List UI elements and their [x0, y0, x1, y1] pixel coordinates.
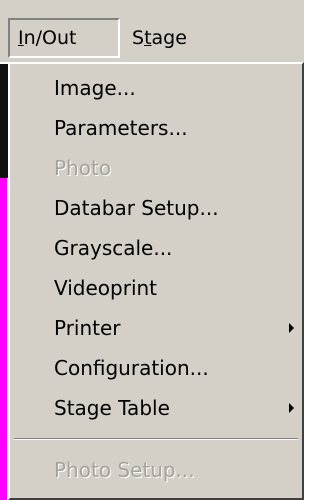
- menu-item-databar-setup[interactable]: Databar Setup...: [10, 188, 302, 228]
- menu-stage-label-rest: age: [151, 27, 187, 49]
- screen: In/Out Stage Image... Parameters... Phot…: [0, 0, 304, 500]
- menu-stage-label-pre: S: [132, 27, 145, 49]
- menu-item-list: Image... Parameters... Photo Databar Set…: [10, 68, 302, 490]
- menu-item-label: Configuration...: [54, 356, 209, 380]
- submenu-arrow-icon: [289, 403, 294, 413]
- menu-item-photo-setup: Photo Setup...: [10, 450, 302, 490]
- menu-item-parameters[interactable]: Parameters...: [10, 108, 302, 148]
- menu-item-label: Parameters...: [54, 116, 188, 140]
- menu-item-videoprint[interactable]: Videoprint: [10, 268, 302, 308]
- menu-item-configuration[interactable]: Configuration...: [10, 348, 302, 388]
- menu-item-label: Image...: [54, 76, 136, 100]
- menu-separator: [14, 438, 298, 440]
- background-magenta-edge: [0, 178, 7, 500]
- menu-stage-mnemonic: t: [144, 27, 152, 49]
- menu-item-grayscale[interactable]: Grayscale...: [10, 228, 302, 268]
- menu-item-label: Photo Setup...: [54, 458, 195, 482]
- menu-item-printer[interactable]: Printer: [10, 308, 302, 348]
- submenu-arrow-icon: [289, 323, 294, 333]
- menu-item-image[interactable]: Image...: [10, 68, 302, 108]
- menu-in-out-label-rest: n/Out: [23, 27, 77, 49]
- menu-item-photo: Photo: [10, 148, 302, 188]
- menu-item-label: Printer: [54, 316, 121, 340]
- menu-in-out[interactable]: In/Out: [8, 18, 120, 58]
- menu-item-stage-table[interactable]: Stage Table: [10, 388, 302, 428]
- menu-item-label: Stage Table: [54, 396, 170, 420]
- menu-bar: In/Out Stage: [0, 0, 304, 62]
- menu-item-label: Databar Setup...: [54, 196, 219, 220]
- menu-item-label: Photo: [54, 156, 112, 180]
- menu-item-label: Grayscale...: [54, 236, 173, 260]
- menu-stage[interactable]: Stage: [124, 18, 224, 58]
- in-out-dropdown-menu: Image... Parameters... Photo Databar Set…: [8, 62, 304, 500]
- menu-item-label: Videoprint: [54, 276, 158, 300]
